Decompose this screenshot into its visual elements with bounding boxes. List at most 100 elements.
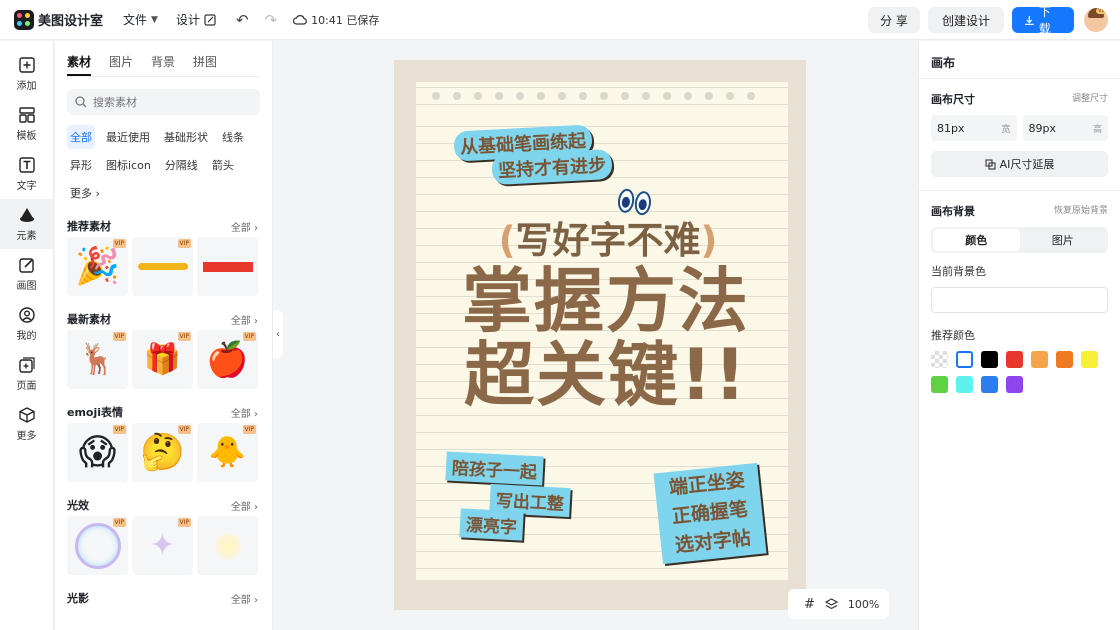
bg-color-option[interactable]: 颜色 (933, 229, 1020, 251)
vip-badge: VIP (112, 425, 126, 434)
section-newest: 最新素材 全部 › (55, 308, 272, 330)
rail-item-label: 添加 (16, 81, 37, 92)
color-swatch[interactable] (981, 351, 998, 368)
template-icon (18, 106, 36, 124)
color-swatch[interactable] (956, 376, 973, 393)
design-menu[interactable]: 设计 (176, 11, 216, 28)
material-thumb[interactable]: VIP 🐥 (197, 423, 258, 482)
chip-lines[interactable]: 线条 (219, 125, 247, 149)
material-thumb[interactable]: VIP (132, 237, 193, 296)
rail-item-template[interactable]: 模板 (0, 99, 53, 149)
chip-basic-shapes[interactable]: 基础形状 (161, 125, 211, 149)
chip-irregular[interactable]: 异形 (67, 153, 95, 177)
notebook-paper: 从基础笔画练起 坚持才有进步 (写好字不难) 掌握方法 超关键!! 陪孩子一起 … (416, 82, 788, 580)
top-bar: 美图设计室 文件 ▼ 设计 ↶ ↷ 10:41 已保存 分 享 创建设计 下载 … (0, 0, 1120, 40)
canvas-bg-label: 画布背景 (931, 205, 975, 218)
headline-line1[interactable]: (写好字不难) (448, 222, 768, 259)
section-title: emoji表情 (67, 406, 124, 419)
search-icon (75, 96, 87, 108)
color-swatch[interactable] (1031, 351, 1048, 368)
zoom-level[interactable]: 100% (848, 598, 879, 611)
headline-line3[interactable]: 超关键!! (446, 340, 766, 410)
save-status: 10:41 已保存 (293, 12, 379, 28)
tag-right[interactable]: 端正坐姿 正确握笔 选对字帖 (653, 462, 767, 565)
color-swatch[interactable] (956, 351, 973, 368)
material-thumb[interactable] (197, 516, 258, 575)
vip-badge: VIP (112, 518, 126, 527)
googly-eyes-icon[interactable] (616, 187, 653, 217)
app-logo[interactable]: 美图设计室 (14, 9, 103, 30)
avatar[interactable]: VIP (1084, 8, 1108, 32)
see-all-link[interactable]: 全部 › (231, 219, 258, 234)
create-design-button[interactable]: 创建设计 (928, 7, 1004, 33)
see-all-link[interactable]: 全部 › (231, 498, 258, 513)
rail-item-more[interactable]: 更多 (0, 399, 53, 449)
vip-badge: VIP (112, 332, 126, 341)
tab-images[interactable]: 图片 (109, 53, 133, 76)
share-button[interactable]: 分 享 (868, 7, 920, 33)
search-input[interactable] (93, 95, 243, 109)
materials-panel: 素材 图片 背景 拼图 全部 最近使用 基础形状 线条 异形 图标icon 分隔… (55, 41, 273, 630)
see-all-link[interactable]: 全部 › (231, 312, 258, 327)
chip-all[interactable]: 全部 (67, 125, 95, 149)
tag-left-line3[interactable]: 漂亮字 (459, 508, 524, 541)
material-thumb[interactable]: VIP 😱 (67, 423, 128, 482)
rail-item-add[interactable]: 添加 (0, 49, 53, 99)
material-thumb[interactable]: VIP (67, 516, 128, 575)
tag-top-line2[interactable]: 坚持才有进步 (491, 148, 613, 186)
grid-icon[interactable]: # (804, 597, 815, 612)
material-thumb[interactable]: VIP 🎁 (132, 330, 193, 389)
color-swatch[interactable] (931, 351, 948, 368)
width-value: 81px (937, 121, 965, 135)
rail-item-elements[interactable]: 元素 (0, 199, 53, 249)
restore-bg-link[interactable]: 恢复原始背景 (1054, 203, 1108, 219)
layers-icon[interactable] (824, 597, 838, 611)
material-thumb[interactable] (197, 237, 258, 296)
color-swatch[interactable] (981, 376, 998, 393)
gift-icon: 🎁 (143, 341, 182, 377)
headline-line2[interactable]: 掌握方法 (436, 266, 776, 336)
width-field[interactable]: 81px 宽 (931, 115, 1017, 141)
tab-backgrounds[interactable]: 背景 (151, 53, 175, 76)
file-menu[interactable]: 文件 ▼ (123, 11, 158, 28)
material-thumb[interactable]: VIP ✦ (132, 516, 193, 575)
height-field[interactable]: 89px 高 (1022, 115, 1108, 141)
page-add-icon (18, 356, 36, 374)
color-swatch[interactable] (1056, 351, 1073, 368)
download-button[interactable]: 下载 (1012, 5, 1074, 36)
material-thumb[interactable]: VIP 🎉 (67, 237, 128, 296)
tab-collage[interactable]: 拼图 (193, 53, 217, 76)
color-swatch[interactable] (931, 376, 948, 393)
chip-recent[interactable]: 最近使用 (103, 125, 153, 149)
adjust-size-link[interactable]: 调整尺寸 (1072, 91, 1108, 107)
chip-icons[interactable]: 图标icon (103, 153, 154, 177)
chip-dividers[interactable]: 分隔线 (162, 153, 201, 177)
rail-item-text[interactable]: 文字 (0, 149, 53, 199)
binder-holes (432, 92, 755, 100)
section-title: 推荐素材 (67, 220, 111, 233)
ai-extend-button[interactable]: AI尺寸延展 (931, 151, 1108, 177)
bg-image-option[interactable]: 图片 (1020, 229, 1107, 251)
design-canvas[interactable]: 从基础笔画练起 坚持才有进步 (写好字不难) 掌握方法 超关键!! 陪孩子一起 … (394, 60, 806, 610)
rail-item-draw[interactable]: 画图 (0, 249, 53, 299)
rail-item-mine[interactable]: 我的 (0, 299, 53, 349)
color-swatch[interactable] (1006, 376, 1023, 393)
undo-icon[interactable]: ↶ (236, 11, 249, 29)
redo-icon[interactable]: ↷ (265, 11, 278, 29)
tab-materials[interactable]: 素材 (67, 53, 92, 76)
material-thumb[interactable]: VIP 🍎 (197, 330, 258, 389)
chip-more[interactable]: 更多 › (67, 181, 103, 205)
rail-item-page[interactable]: 页面 (0, 349, 53, 399)
color-swatch[interactable] (1081, 351, 1098, 368)
material-thumb[interactable]: VIP 🦌 (67, 330, 128, 389)
search-box[interactable] (67, 89, 260, 115)
tag-left-line1[interactable]: 陪孩子一起 (445, 451, 544, 486)
current-bg-color-field[interactable] (931, 287, 1108, 313)
text-icon (18, 156, 36, 174)
chip-arrows[interactable]: 箭头 (209, 153, 237, 177)
see-all-link[interactable]: 全部 › (231, 591, 258, 606)
section-emoji: emoji表情 全部 › (55, 401, 272, 423)
color-swatch[interactable] (1006, 351, 1023, 368)
material-thumb[interactable]: VIP 🤔 (132, 423, 193, 482)
see-all-link[interactable]: 全部 › (231, 405, 258, 420)
